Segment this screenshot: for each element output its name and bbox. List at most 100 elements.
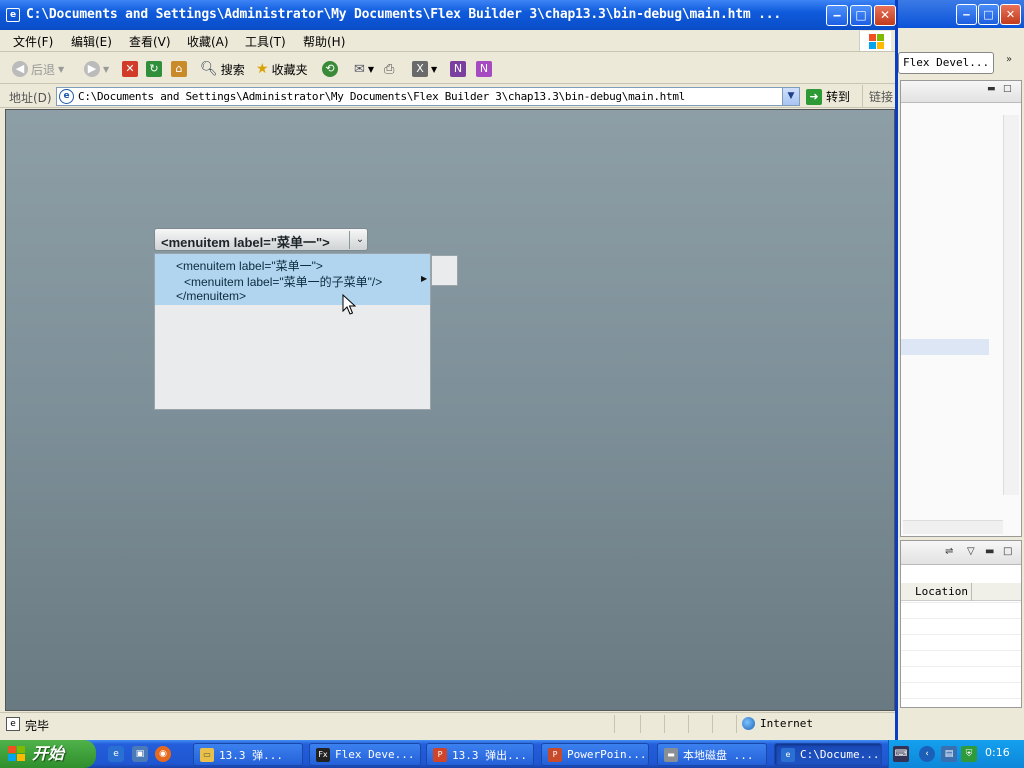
system-tray: ⌨ ‹ ▤ ⛨ 0:16 <box>888 740 1024 768</box>
task-flex-builder[interactable]: Fx Flex Deve... <box>309 743 421 766</box>
task-label: Flex Deve... <box>335 748 415 761</box>
home-icon: ⌂ <box>171 61 187 77</box>
chevron-down-icon[interactable]: ▼ <box>431 65 437 74</box>
menu-file[interactable]: 文件(F) <box>13 33 53 50</box>
maximize-icon[interactable]: □ <box>1003 546 1012 557</box>
edit-button[interactable]: X ▼ <box>412 58 437 80</box>
security-zone: Internet <box>742 717 813 730</box>
chevron-down-icon[interactable]: ▼ <box>368 65 374 74</box>
task-ie-active[interactable]: e C:\Docume... <box>774 743 882 766</box>
menu-line-open[interactable]: <menuitem label="菜单一"> <box>176 257 323 274</box>
mail-button[interactable]: ✉ ▼ <box>354 58 374 80</box>
back-label: 后退 <box>31 62 56 77</box>
submenu-popup[interactable] <box>431 255 458 286</box>
task-folder[interactable]: ▭ 13.3 弹... <box>193 743 303 766</box>
chevron-left-icon[interactable]: ‹ <box>919 746 935 762</box>
column-divider <box>971 583 972 601</box>
status-cell <box>712 715 713 733</box>
column-header-location[interactable]: Location <box>915 585 968 598</box>
menu-edit[interactable]: 编辑(E) <box>71 33 112 50</box>
powerpoint-icon: P <box>433 747 447 762</box>
address-label: 地址(D) <box>9 91 52 105</box>
maximize-button[interactable]: □ <box>850 5 872 26</box>
task-powerpoint[interactable]: P PowerPoin... <box>541 743 649 766</box>
chevron-right-icon[interactable]: » <box>1006 54 1012 65</box>
disk-icon: ▬ <box>664 747 678 762</box>
search-icon: 🔍︎ <box>200 61 218 77</box>
chevron-down-icon[interactable]: ⌄ <box>354 232 366 248</box>
favorites-button[interactable]: ★ 收藏夹 <box>256 58 308 80</box>
task-powerpoint-doc[interactable]: P 13.3 弹出... <box>426 743 534 766</box>
back-button[interactable]: ◀ 后退 ▼ <box>12 58 64 80</box>
onenote-button[interactable]: N <box>450 58 466 80</box>
keyboard-icon[interactable]: ⌨ <box>893 746 909 762</box>
stop-button[interactable]: ✕ <box>122 58 138 80</box>
ide-vertical-scrollbar[interactable] <box>1003 115 1019 495</box>
links-button[interactable]: 链接 <box>862 85 893 107</box>
task-label: 13.3 弹... <box>219 748 283 762</box>
menu-tools[interactable]: 工具(T) <box>245 33 286 50</box>
status-bar: e 完毕 Internet <box>0 712 895 735</box>
popup-menu-button[interactable]: <menuitem label="菜单一"> ⌄ <box>154 228 368 251</box>
go-button[interactable]: ➜ 转到 <box>806 88 850 105</box>
ide-minimize-button[interactable]: ‒ <box>956 4 977 25</box>
home-button[interactable]: ⌂ <box>171 58 187 80</box>
go-label: 转到 <box>826 90 851 104</box>
minimize-icon[interactable]: ▬ <box>985 546 994 557</box>
address-value: C:\Documents and Settings\Administrator\… <box>78 90 685 103</box>
menu-line-close[interactable]: </menuitem> <box>176 289 246 303</box>
page-done-icon: e <box>6 717 20 731</box>
menu-line-child[interactable]: <menuitem label="菜单一的子菜单"/> <box>184 273 382 290</box>
menu-help[interactable]: 帮助(H) <box>303 33 345 50</box>
quicklaunch-desktop-icon[interactable]: ▣ <box>132 746 148 762</box>
ide-perspective-tab[interactable]: Flex Devel... <box>898 52 994 74</box>
close-button[interactable]: ✕ <box>874 5 896 26</box>
quicklaunch-ie-icon[interactable]: e <box>108 746 124 762</box>
filter-icon[interactable]: ⇌ <box>945 546 953 557</box>
minimize-button[interactable]: ‒ <box>826 5 848 26</box>
chevron-down-icon[interactable]: ▼ <box>782 88 799 105</box>
ide-selected-row[interactable] <box>901 339 989 355</box>
star-icon: ★ <box>256 61 269 77</box>
history-button[interactable]: ⟲ <box>322 58 338 80</box>
start-button[interactable]: 开始 <box>0 740 96 768</box>
refresh-icon: ↻ <box>146 61 162 77</box>
ie-icon: e <box>781 747 795 762</box>
print-button[interactable]: ⎙ <box>384 58 394 80</box>
status-cell <box>736 715 737 733</box>
mouse-cursor-icon <box>342 294 356 315</box>
address-input[interactable]: e C:\Documents and Settings\Administrato… <box>56 87 800 106</box>
chevron-down-icon[interactable]: ▼ <box>103 65 109 74</box>
minimize-icon[interactable]: ▬ <box>987 85 998 95</box>
zone-label: Internet <box>760 717 813 730</box>
address-bar: 地址(D) e C:\Documents and Settings\Admini… <box>0 85 895 108</box>
menu-favorites[interactable]: 收藏(A) <box>187 33 229 50</box>
ie-page-icon: e <box>6 8 20 22</box>
onenote-send-button[interactable]: N <box>476 58 492 80</box>
stop-icon: ✕ <box>122 61 138 77</box>
chevron-down-icon[interactable]: ▽ <box>967 546 975 557</box>
window-title: C:\Documents and Settings\Administrator\… <box>26 7 782 22</box>
task-local-disk[interactable]: ▬ 本地磁盘 ... <box>657 743 767 766</box>
mail-icon: ✉ <box>354 61 365 77</box>
status-cell <box>614 715 615 733</box>
forward-arrow-icon: ▶ <box>84 61 100 77</box>
shield-icon[interactable]: ⛨ <box>961 746 977 762</box>
quicklaunch-firefox-icon[interactable]: ◉ <box>155 746 171 762</box>
ide-close-button[interactable]: ✕ <box>1000 4 1021 25</box>
ide-restore-button[interactable]: □ <box>978 4 999 25</box>
ide-panel-header: ⇌ ▽ ▬ □ <box>901 541 1021 565</box>
taskbar: 开始 e ▣ ◉ ▭ 13.3 弹... Fx Flex Deve... P 1… <box>0 740 1024 768</box>
favorites-label: 收藏夹 <box>271 62 308 77</box>
ide-horizontal-scrollbar[interactable] <box>903 520 1003 534</box>
menu-view[interactable]: 查看(V) <box>129 33 171 50</box>
search-button[interactable]: 🔍︎ 搜索 <box>200 58 245 80</box>
browser-window: e C:\Documents and Settings\Administrato… <box>0 0 898 740</box>
flash-content-area[interactable]: <menuitem label="菜单一"> ⌄ <menuitem label… <box>5 109 895 711</box>
forward-button[interactable]: ▶ ▼ <box>84 58 109 80</box>
chevron-down-icon[interactable]: ▼ <box>58 65 64 74</box>
maximize-icon[interactable]: □ <box>1003 85 1014 95</box>
network-icon[interactable]: ▤ <box>941 746 957 762</box>
refresh-button[interactable]: ↻ <box>146 58 162 80</box>
standard-toolbar: ◀ 后退 ▼ ▶ ▼ ✕ ↻ ⌂ 🔍︎ 搜索 ★ 收藏夹 ⟲ ✉ ▼ ⎙ X ▼… <box>0 53 895 84</box>
